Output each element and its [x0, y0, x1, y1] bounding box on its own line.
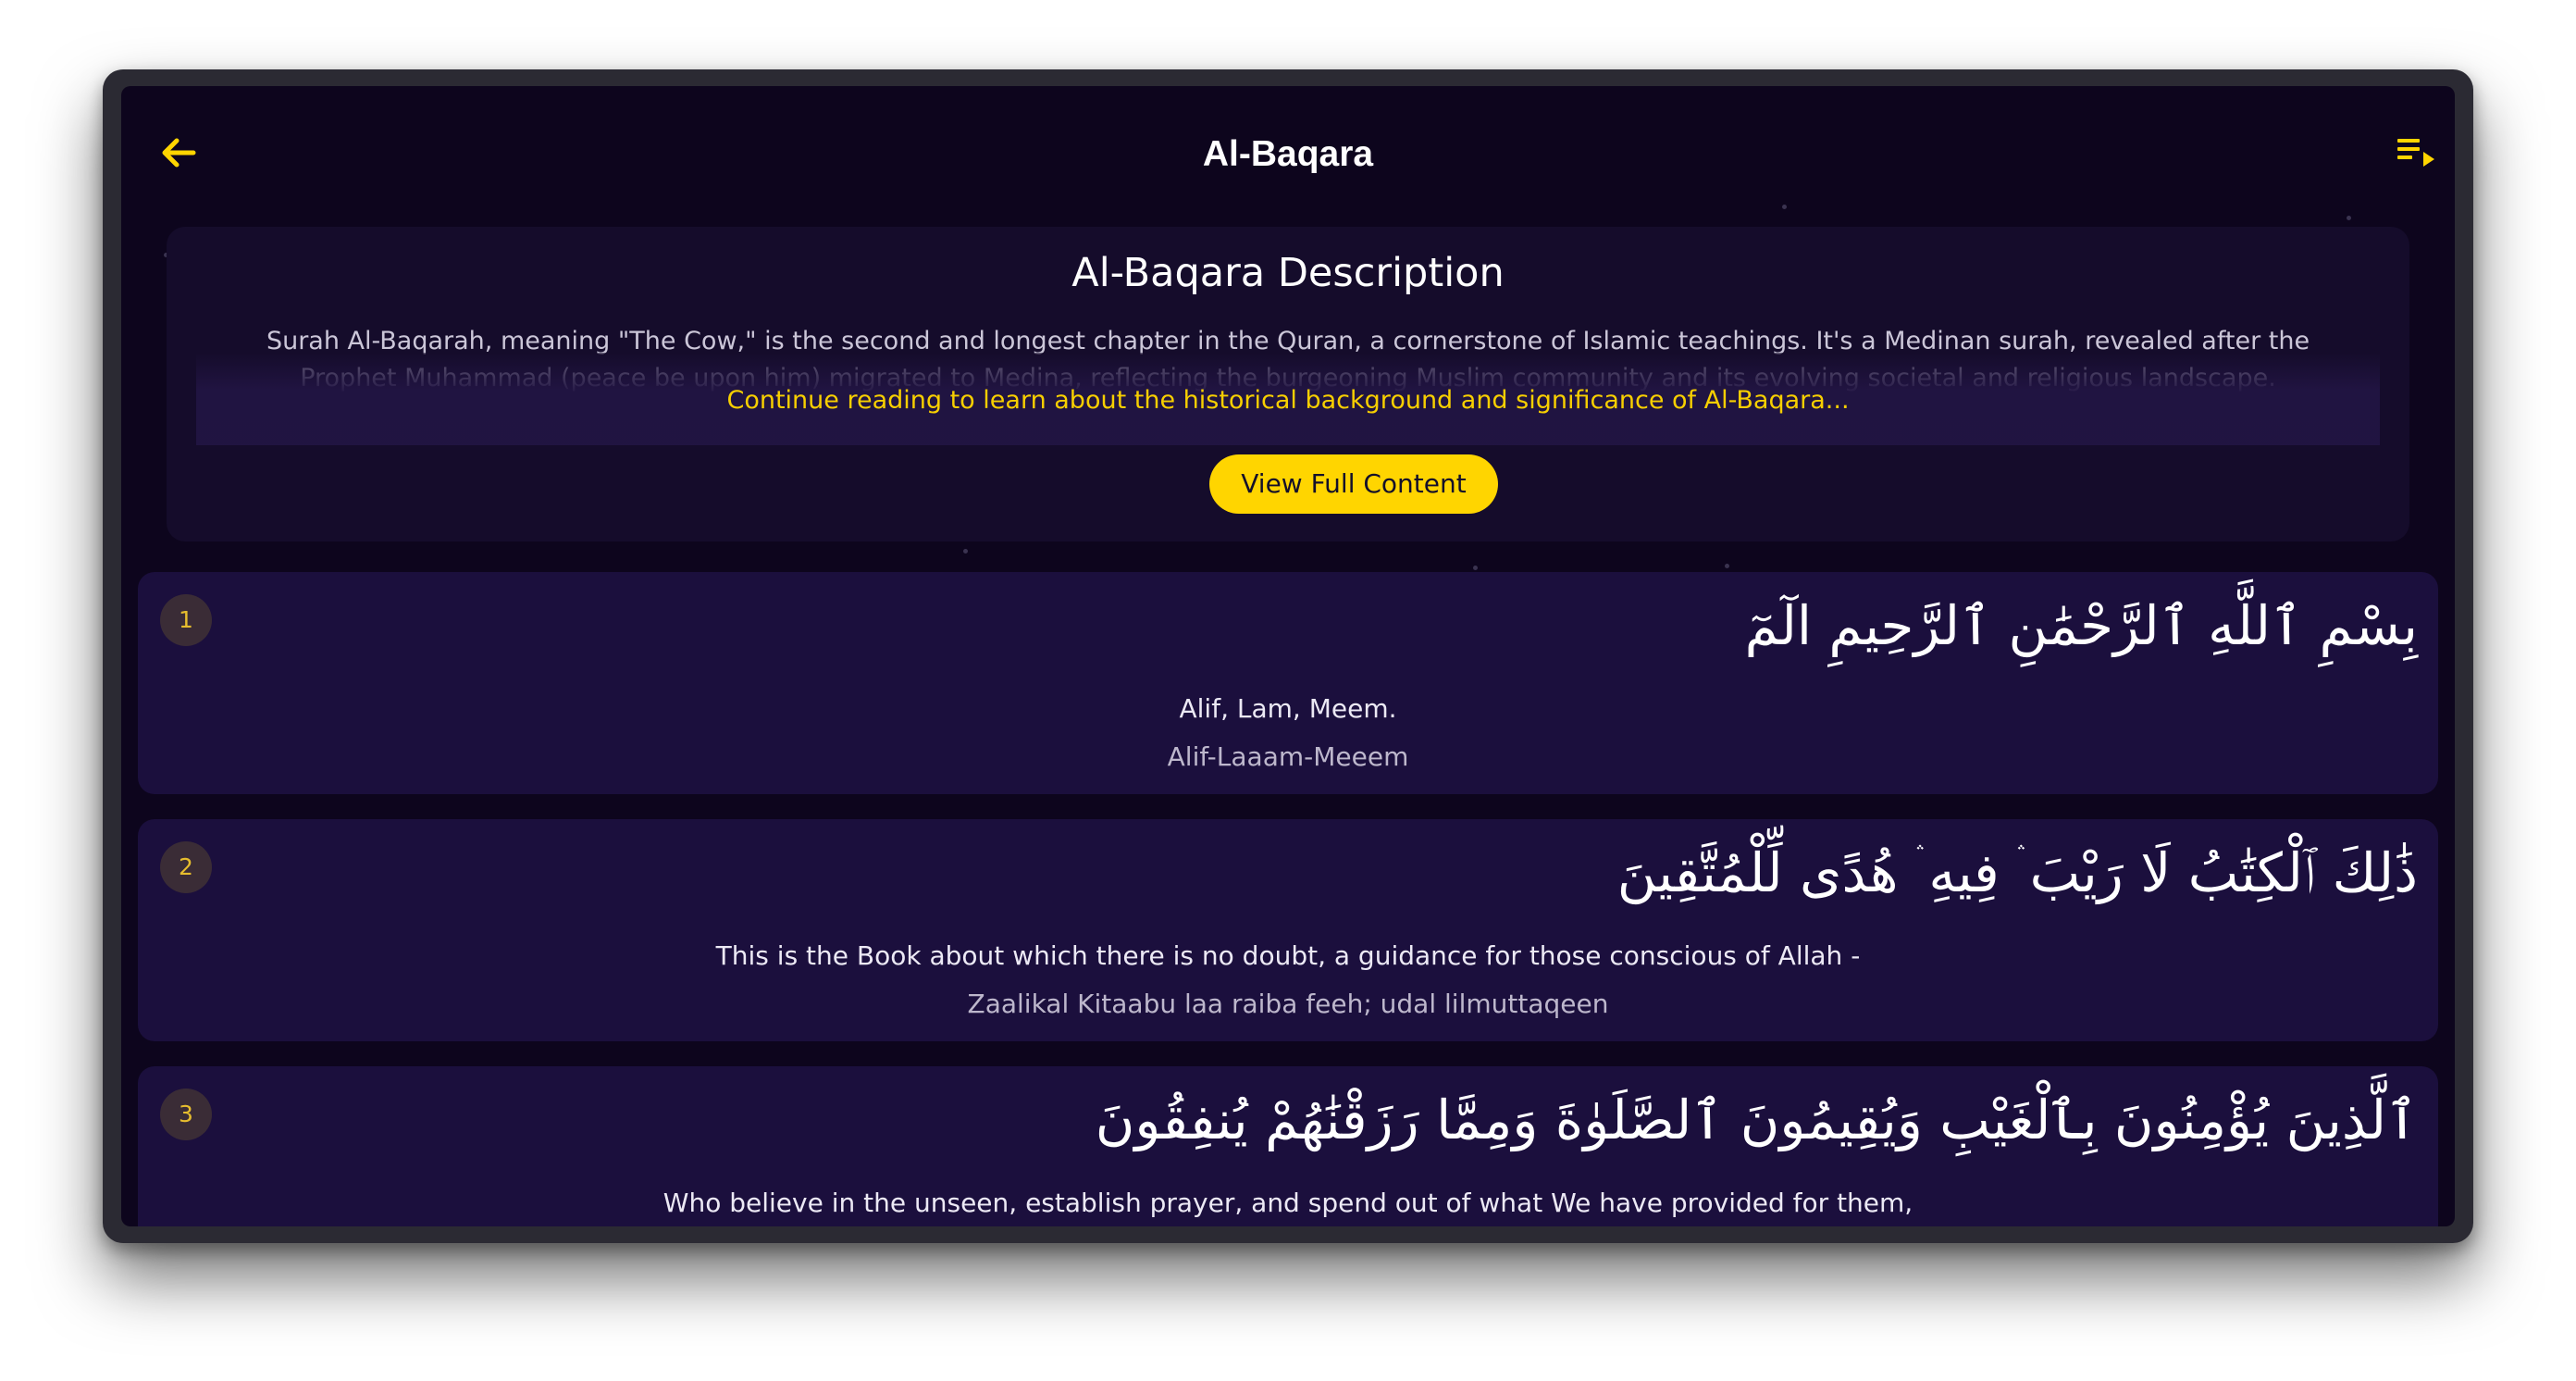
verse-translation: This is the Book about which there is no…: [715, 940, 1861, 971]
playlist-play-icon: [2397, 139, 2434, 167]
verse-number-badge: 1: [160, 594, 212, 646]
verse-transliteration: Zaalikal Kitaabu laa raiba feeh; udal li…: [967, 989, 1609, 1019]
device-frame: Al-Baqara Al-Baqara Description Surah Al…: [103, 69, 2473, 1243]
verse-card[interactable]: 1 بِسْمِ ٱللَّهِ ٱلرَّحْمَٰنِ ٱلرَّحِيمِ…: [138, 572, 2438, 794]
continue-reading-text: Continue reading to learn about the hist…: [726, 386, 1850, 415]
star-decoration: [1725, 564, 1729, 568]
description-title: Al-Baqara Description: [1071, 250, 1505, 296]
verse-transliteration: Alif-Laaam-Meeem: [1167, 741, 1409, 772]
surah-description-card: Al-Baqara Description Surah Al-Baqarah, …: [167, 227, 2409, 541]
page-title: Al-Baqara: [1202, 134, 1374, 174]
verse-arabic-text: ذَٰلِكَ ٱلْكِتَٰبُ لَا رَيْبَ ۛ فِيهِ ۛ …: [1616, 841, 2418, 904]
app-screen: Al-Baqara Al-Baqara Description Surah Al…: [121, 86, 2455, 1226]
verse-translation: Alif, Lam, Meem.: [1179, 693, 1397, 724]
playlist-button[interactable]: [2388, 127, 2444, 177]
verse-number-badge: 2: [160, 841, 212, 893]
verse-card[interactable]: 3 ٱلَّذِينَ يُؤْمِنُونَ بِٱلْغَيْبِ وَيُ…: [138, 1066, 2438, 1226]
verse-arabic-text: بِسْمِ ٱللَّهِ ٱلرَّحْمَٰنِ ٱلرَّحِيمِ ا…: [1744, 594, 2418, 657]
verse-number-badge: 3: [160, 1089, 212, 1140]
verse-card[interactable]: 2 ذَٰلِكَ ٱلْكِتَٰبُ لَا رَيْبَ ۛ فِيهِ …: [138, 819, 2438, 1041]
view-full-content-button[interactable]: View Full Content: [1209, 454, 1498, 514]
verse-arabic-text: ٱلَّذِينَ يُؤْمِنُونَ بِٱلْغَيْبِ وَيُقِ…: [1095, 1089, 2418, 1151]
app-bar: Al-Baqara: [121, 86, 2455, 225]
verse-translation: Who believe in the unseen, establish pra…: [663, 1188, 1913, 1218]
star-decoration: [1473, 566, 1478, 570]
star-decoration: [963, 549, 968, 554]
